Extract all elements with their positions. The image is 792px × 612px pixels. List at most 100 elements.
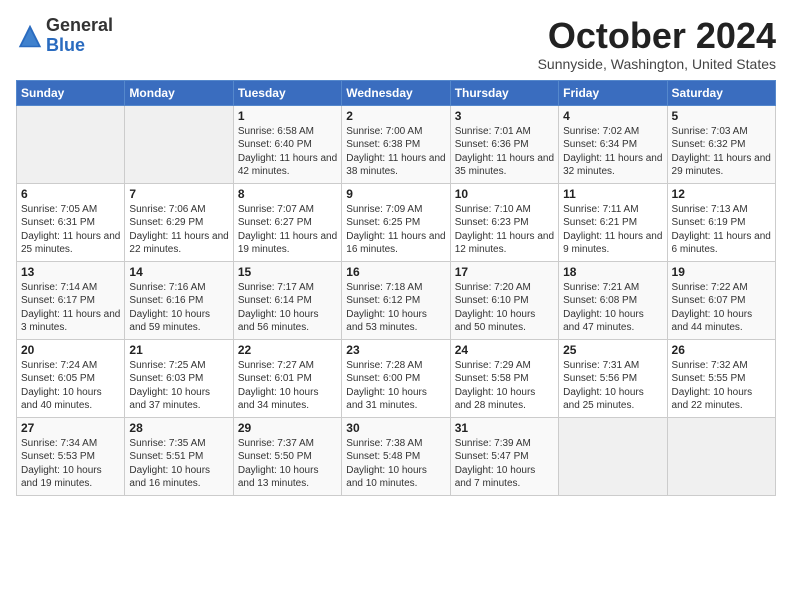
calendar-table: Sunday Monday Tuesday Wednesday Thursday…: [16, 80, 776, 496]
day-number: 14: [129, 265, 228, 279]
day-number: 24: [455, 343, 554, 357]
day-cell: 19 Sunrise: 7:22 AM Sunset: 6:07 PM Dayli…: [667, 261, 775, 339]
day-number: 12: [672, 187, 771, 201]
day-number: 21: [129, 343, 228, 357]
day-number: 1: [238, 109, 337, 123]
day-cell: 2 Sunrise: 7:00 AM Sunset: 6:38 PM Daylig…: [342, 105, 450, 183]
header: General Blue October 2024 Sunnyside, Was…: [16, 16, 776, 72]
day-number: 3: [455, 109, 554, 123]
day-cell: 10 Sunrise: 7:10 AM Sunset: 6:23 PM Dayli…: [450, 183, 558, 261]
day-info: Sunrise: 7:21 AM Sunset: 6:08 PM Dayligh…: [563, 281, 662, 335]
day-info: Sunrise: 7:35 AM Sunset: 5:51 PM Dayligh…: [129, 437, 228, 491]
day-info: Sunrise: 7:03 AM Sunset: 6:32 PM Dayligh…: [672, 125, 771, 179]
week-row-1: 1 Sunrise: 6:58 AM Sunset: 6:40 PM Daylig…: [17, 105, 776, 183]
day-number: 18: [563, 265, 662, 279]
day-cell: 31 Sunrise: 7:39 AM Sunset: 5:47 PM Dayli…: [450, 417, 558, 495]
day-cell: 12 Sunrise: 7:13 AM Sunset: 6:19 PM Dayli…: [667, 183, 775, 261]
day-cell: 11 Sunrise: 7:11 AM Sunset: 6:21 PM Dayli…: [559, 183, 667, 261]
day-cell: [17, 105, 125, 183]
calendar-header: Sunday Monday Tuesday Wednesday Thursday…: [17, 80, 776, 105]
day-info: Sunrise: 7:11 AM Sunset: 6:21 PM Dayligh…: [563, 203, 662, 257]
day-info: Sunrise: 7:39 AM Sunset: 5:47 PM Dayligh…: [455, 437, 554, 491]
title-block: October 2024 Sunnyside, Washington, Unit…: [538, 16, 776, 72]
day-info: Sunrise: 7:29 AM Sunset: 5:58 PM Dayligh…: [455, 359, 554, 413]
day-info: Sunrise: 7:13 AM Sunset: 6:19 PM Dayligh…: [672, 203, 771, 257]
day-info: Sunrise: 6:58 AM Sunset: 6:40 PM Dayligh…: [238, 125, 337, 179]
day-cell: 4 Sunrise: 7:02 AM Sunset: 6:34 PM Daylig…: [559, 105, 667, 183]
day-cell: 5 Sunrise: 7:03 AM Sunset: 6:32 PM Daylig…: [667, 105, 775, 183]
day-info: Sunrise: 7:31 AM Sunset: 5:56 PM Dayligh…: [563, 359, 662, 413]
day-number: 19: [672, 265, 771, 279]
day-info: Sunrise: 7:22 AM Sunset: 6:07 PM Dayligh…: [672, 281, 771, 335]
day-info: Sunrise: 7:20 AM Sunset: 6:10 PM Dayligh…: [455, 281, 554, 335]
day-cell: 23 Sunrise: 7:28 AM Sunset: 6:00 PM Dayli…: [342, 339, 450, 417]
day-number: 22: [238, 343, 337, 357]
day-info: Sunrise: 7:05 AM Sunset: 6:31 PM Dayligh…: [21, 203, 120, 257]
day-info: Sunrise: 7:18 AM Sunset: 6:12 PM Dayligh…: [346, 281, 445, 335]
day-number: 15: [238, 265, 337, 279]
day-info: Sunrise: 7:32 AM Sunset: 5:55 PM Dayligh…: [672, 359, 771, 413]
day-number: 7: [129, 187, 228, 201]
day-number: 30: [346, 421, 445, 435]
day-number: 5: [672, 109, 771, 123]
day-number: 28: [129, 421, 228, 435]
day-cell: [125, 105, 233, 183]
day-number: 2: [346, 109, 445, 123]
day-cell: 24 Sunrise: 7:29 AM Sunset: 5:58 PM Dayli…: [450, 339, 558, 417]
day-info: Sunrise: 7:09 AM Sunset: 6:25 PM Dayligh…: [346, 203, 445, 257]
day-number: 13: [21, 265, 120, 279]
day-cell: 1 Sunrise: 6:58 AM Sunset: 6:40 PM Daylig…: [233, 105, 341, 183]
day-info: Sunrise: 7:27 AM Sunset: 6:01 PM Dayligh…: [238, 359, 337, 413]
logo-icon: [16, 22, 44, 50]
day-cell: 27Sunrise: 7:34 AM Sunset: 5:53 PM Dayli…: [17, 417, 125, 495]
day-number: 20: [21, 343, 120, 357]
day-cell: 20 Sunrise: 7:24 AM Sunset: 6:05 PM Dayli…: [17, 339, 125, 417]
day-number: 26: [672, 343, 771, 357]
day-cell: 9 Sunrise: 7:09 AM Sunset: 6:25 PM Daylig…: [342, 183, 450, 261]
day-number: 31: [455, 421, 554, 435]
day-info: Sunrise: 7:06 AM Sunset: 6:29 PM Dayligh…: [129, 203, 228, 257]
col-friday: Friday: [559, 80, 667, 105]
day-info: Sunrise: 7:14 AM Sunset: 6:17 PM Dayligh…: [21, 281, 120, 335]
day-cell: 18 Sunrise: 7:21 AM Sunset: 6:08 PM Dayli…: [559, 261, 667, 339]
day-number: 11: [563, 187, 662, 201]
col-tuesday: Tuesday: [233, 80, 341, 105]
day-info: Sunrise: 7:25 AM Sunset: 6:03 PM Dayligh…: [129, 359, 228, 413]
week-row-3: 13 Sunrise: 7:14 AM Sunset: 6:17 PM Dayli…: [17, 261, 776, 339]
day-cell: 13 Sunrise: 7:14 AM Sunset: 6:17 PM Dayli…: [17, 261, 125, 339]
day-cell: 29Sunrise: 7:37 AM Sunset: 5:50 PM Dayli…: [233, 417, 341, 495]
day-number: 27: [21, 421, 120, 435]
day-number: 10: [455, 187, 554, 201]
logo-blue-text: Blue: [46, 35, 85, 55]
day-info: Sunrise: 7:02 AM Sunset: 6:34 PM Dayligh…: [563, 125, 662, 179]
day-info: Sunrise: 7:00 AM Sunset: 6:38 PM Dayligh…: [346, 125, 445, 179]
day-info: Sunrise: 7:28 AM Sunset: 6:00 PM Dayligh…: [346, 359, 445, 413]
day-number: 16: [346, 265, 445, 279]
day-number: 25: [563, 343, 662, 357]
header-row: Sunday Monday Tuesday Wednesday Thursday…: [17, 80, 776, 105]
day-cell: [667, 417, 775, 495]
day-info: Sunrise: 7:38 AM Sunset: 5:48 PM Dayligh…: [346, 437, 445, 491]
day-cell: 7 Sunrise: 7:06 AM Sunset: 6:29 PM Daylig…: [125, 183, 233, 261]
day-number: 8: [238, 187, 337, 201]
day-cell: 14Sunrise: 7:16 AM Sunset: 6:16 PM Dayli…: [125, 261, 233, 339]
day-cell: 30 Sunrise: 7:38 AM Sunset: 5:48 PM Dayli…: [342, 417, 450, 495]
day-number: 29: [238, 421, 337, 435]
week-row-4: 20 Sunrise: 7:24 AM Sunset: 6:05 PM Dayli…: [17, 339, 776, 417]
day-info: Sunrise: 7:10 AM Sunset: 6:23 PM Dayligh…: [455, 203, 554, 257]
day-info: Sunrise: 7:24 AM Sunset: 6:05 PM Dayligh…: [21, 359, 120, 413]
day-cell: 3Sunrise: 7:01 AM Sunset: 6:36 PM Daylig…: [450, 105, 558, 183]
week-row-5: 27Sunrise: 7:34 AM Sunset: 5:53 PM Dayli…: [17, 417, 776, 495]
day-number: 17: [455, 265, 554, 279]
day-cell: 21 Sunrise: 7:25 AM Sunset: 6:03 PM Dayli…: [125, 339, 233, 417]
day-number: 4: [563, 109, 662, 123]
col-thursday: Thursday: [450, 80, 558, 105]
day-cell: 17 Sunrise: 7:20 AM Sunset: 6:10 PM Dayli…: [450, 261, 558, 339]
col-saturday: Saturday: [667, 80, 775, 105]
day-cell: 15Sunrise: 7:17 AM Sunset: 6:14 PM Dayli…: [233, 261, 341, 339]
day-cell: 28 Sunrise: 7:35 AM Sunset: 5:51 PM Dayli…: [125, 417, 233, 495]
day-number: 23: [346, 343, 445, 357]
day-number: 9: [346, 187, 445, 201]
week-row-2: 6Sunrise: 7:05 AM Sunset: 6:31 PM Daylig…: [17, 183, 776, 261]
day-cell: 8Sunrise: 7:07 AM Sunset: 6:27 PM Daylig…: [233, 183, 341, 261]
